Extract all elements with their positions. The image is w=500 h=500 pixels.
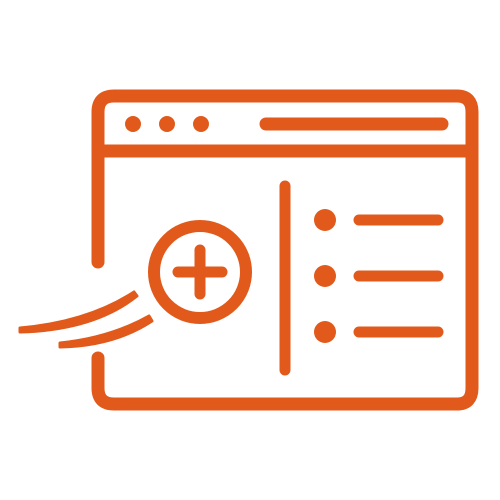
- icon-canvas: [0, 0, 500, 500]
- list-item: [314, 321, 444, 343]
- list-bullet: [314, 265, 336, 287]
- window-dot: [193, 116, 209, 132]
- window-dot: [159, 116, 175, 132]
- browser-window-add-list-icon: [18, 89, 479, 411]
- list-bullet: [314, 209, 336, 231]
- window-dot: [125, 116, 141, 132]
- window-dots: [125, 116, 209, 132]
- add-circle-icon: [148, 220, 252, 324]
- list: [314, 209, 444, 343]
- motion-swoosh-upper: [18, 290, 139, 334]
- list-item: [314, 265, 444, 287]
- list-bullet: [314, 321, 336, 343]
- list-item: [314, 209, 444, 231]
